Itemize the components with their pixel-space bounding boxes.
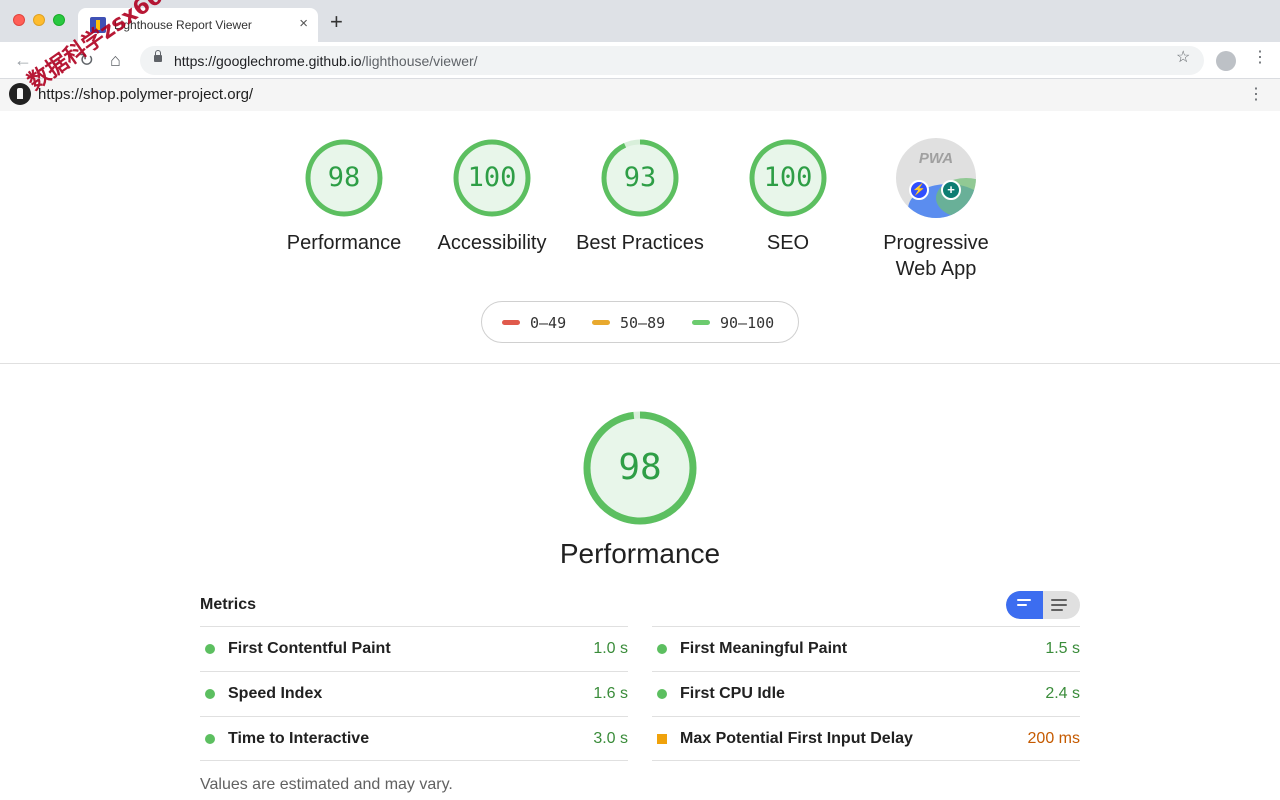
legend-label: 90–100 [720,314,775,332]
metric-name: First Contentful Paint [228,640,391,657]
home-icon[interactable]: ⌂ [110,50,121,70]
gauge-accessibility[interactable]: 100 Accessibility [417,138,567,256]
pass-indicator-icon [205,689,215,699]
gauge-label: Performance [286,232,402,254]
legend-label: 0–49 [530,314,567,332]
section-divider [0,363,1280,364]
profile-avatar-icon[interactable] [1216,51,1236,71]
average-indicator-icon [657,734,667,744]
pwa-fast-icon: ⚡ [909,180,929,200]
close-tab-icon[interactable]: × [299,16,308,32]
metric-row: Max Potential First Input Delay 200 ms [652,716,1080,761]
performance-gauge: 98 [582,410,698,526]
metric-value: 1.0 s [593,640,628,657]
gauge-score: 100 [763,162,813,193]
metric-row: First Meaningful Paint 1.5 s [652,626,1080,671]
pwa-badge-icon: PWA ⚡ + [896,138,976,218]
report-topbar: https://shop.polymer-project.org/ ⋮ [0,79,1280,111]
metrics-footnote: Values are estimated and may vary. [200,776,453,793]
metric-row: Speed Index 1.6 s [200,671,628,716]
gauge-label: Progressive Web App [883,232,989,280]
pass-indicator-icon [205,644,215,654]
legend-swatch-icon [502,319,520,325]
gauge-score: 98 [327,162,361,193]
gauge-pwa[interactable]: PWA ⚡ + Progressive Web App [861,138,1011,282]
legend-item-fail: 0–49 [502,314,566,332]
legend-swatch-icon [592,319,610,325]
metric-name: Max Potential First Input Delay [680,730,913,747]
expanded-list-icon[interactable] [1051,599,1067,614]
gauge-score: 100 [467,162,517,193]
gauge-best-practices[interactable]: 93 Best Practices [565,138,715,256]
pwa-badge-text: PWA [918,150,954,167]
report-url[interactable]: https://shop.polymer-project.org/ [38,86,253,103]
compact-list-icon [1017,599,1031,609]
performance-title: Performance [559,538,721,569]
gauge-ring: 100 [452,138,532,218]
close-window-button[interactable] [13,14,25,26]
metric-name: First Meaningful Paint [680,640,848,657]
gauge-score: 93 [623,162,657,193]
gauge-label: Accessibility [437,232,547,254]
metric-value: 1.6 s [593,685,628,702]
metrics-view-toggle[interactable] [1006,591,1080,619]
legend-item-pass: 90–100 [692,314,774,332]
pass-indicator-icon [657,644,667,654]
legend-label: 50–89 [620,314,666,332]
metric-value: 3.0 s [593,730,628,747]
address-bar[interactable]: https://googlechrome.github.io/lighthous… [140,46,1204,75]
metrics-heading: Metrics [200,596,257,613]
url-host: https://googlechrome.github.io [174,53,362,69]
pass-indicator-icon [205,734,215,744]
chrome-menu-icon[interactable]: ⋮ [1252,48,1268,68]
gauge-seo[interactable]: 100 SEO [713,138,863,256]
score-legend: 0–49 50–89 90–100 [481,301,799,343]
lighthouse-logo-icon [9,83,31,105]
tab-strip: Lighthouse Report Viewer × + [0,0,1280,42]
gauge-label: Best Practices [576,232,704,254]
metric-value: 1.5 s [1045,640,1080,657]
gauge-ring: 93 [600,138,680,218]
pwa-installable-icon: + [941,180,961,200]
metric-row: First CPU Idle 2.4 s [652,671,1080,716]
gauge-performance[interactable]: 98 Performance [269,138,419,256]
metric-name: Speed Index [228,685,323,702]
gauge-label: SEO [766,232,810,254]
new-tab-button[interactable]: + [330,11,343,33]
address-url[interactable]: https://googlechrome.github.io/lighthous… [174,53,478,69]
legend-item-average: 50–89 [592,314,665,332]
metric-name: Time to Interactive [228,730,370,747]
gauge-ring: 100 [748,138,828,218]
maximize-window-button[interactable] [53,14,65,26]
minimize-window-button[interactable] [33,14,45,26]
bookmark-star-icon[interactable]: ☆ [1176,47,1190,67]
gauge-ring: 98 [304,138,384,218]
metric-row: Time to Interactive 3.0 s [200,716,628,761]
metric-value: 200 ms [1027,730,1080,747]
performance-score: 98 [618,447,662,488]
metric-row: First Contentful Paint 1.0 s [200,626,628,671]
metric-name: First CPU Idle [680,685,785,702]
browser-toolbar: ← → ↻ ⌂ https://googlechrome.github.io/l… [0,42,1280,79]
url-path: /lighthouse/viewer/ [361,53,478,69]
legend-swatch-icon [692,319,710,325]
pass-indicator-icon [657,689,667,699]
lock-icon [154,50,162,62]
report-menu-icon[interactable]: ⋮ [1248,84,1264,104]
metric-value: 2.4 s [1045,685,1080,702]
